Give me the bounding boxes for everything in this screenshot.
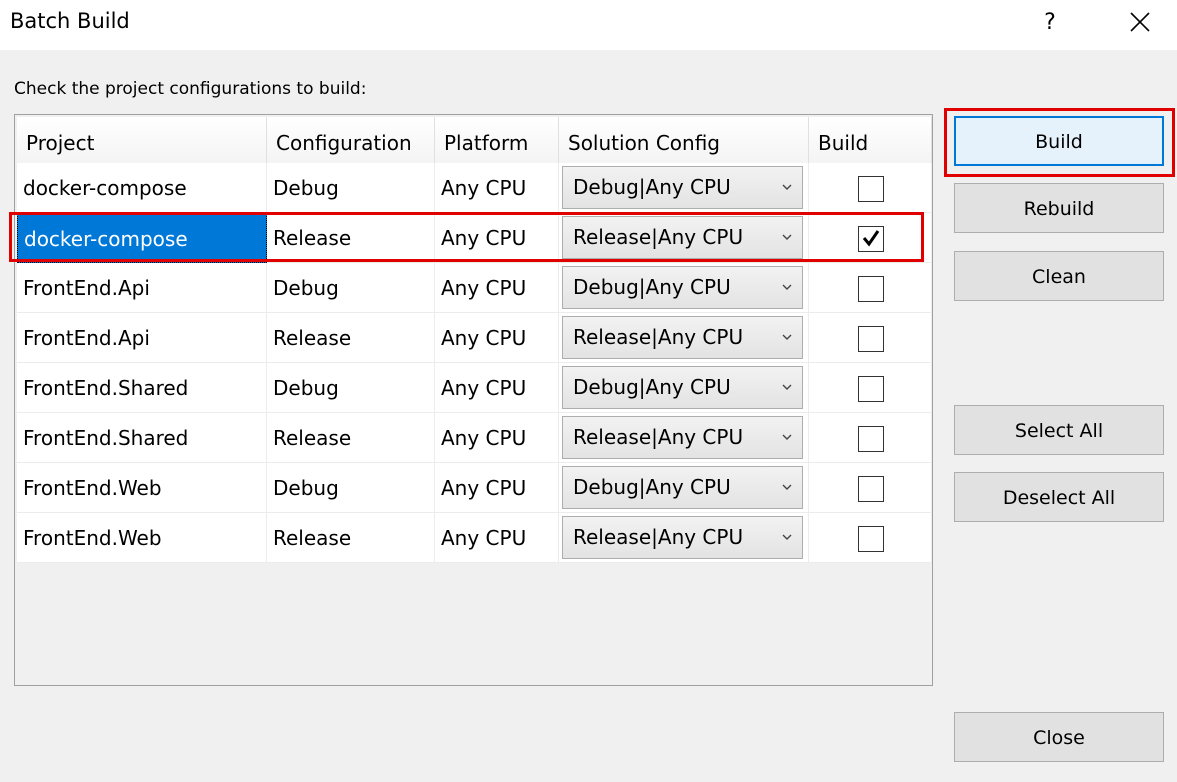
- solution-config-value: Debug|Any CPU: [573, 175, 731, 199]
- project-cell[interactable]: FrontEnd.Web: [17, 513, 267, 563]
- project-cell[interactable]: FrontEnd.Web: [17, 463, 267, 513]
- solution-config-dropdown[interactable]: Release|Any CPU: [562, 416, 803, 459]
- solution-config-dropdown[interactable]: Release|Any CPU: [562, 516, 803, 559]
- solution-config-value: Release|Any CPU: [573, 525, 744, 549]
- solution-config-dropdown[interactable]: Debug|Any CPU: [562, 366, 803, 409]
- build-checkbox[interactable]: [858, 226, 884, 252]
- table-row[interactable]: FrontEnd.Shared Debug Any CPU Debug|Any CPU: [17, 363, 932, 413]
- chevron-down-icon: [780, 279, 794, 293]
- deselect-all-button[interactable]: Deselect All: [954, 472, 1164, 522]
- project-cell[interactable]: FrontEnd.Shared: [17, 413, 267, 463]
- solution-config-value: Debug|Any CPU: [573, 275, 731, 299]
- window-title: Batch Build: [10, 9, 130, 33]
- configuration-cell[interactable]: Debug: [267, 163, 435, 213]
- project-cell[interactable]: FrontEnd.Api: [17, 263, 267, 313]
- build-checkbox[interactable]: [858, 276, 884, 302]
- project-cell[interactable]: FrontEnd.Shared: [17, 363, 267, 413]
- close-icon[interactable]: [1120, 4, 1160, 42]
- platform-cell[interactable]: Any CPU: [435, 413, 559, 463]
- platform-cell[interactable]: Any CPU: [435, 463, 559, 513]
- solution-config-value: Debug|Any CPU: [573, 375, 731, 399]
- solution-config-dropdown[interactable]: Debug|Any CPU: [562, 166, 803, 209]
- configuration-cell[interactable]: Debug: [267, 363, 435, 413]
- build-checkbox[interactable]: [858, 426, 884, 452]
- platform-cell[interactable]: Any CPU: [435, 313, 559, 363]
- column-header-platform[interactable]: Platform: [435, 117, 559, 163]
- column-header-configuration[interactable]: Configuration: [267, 117, 435, 163]
- project-cell[interactable]: FrontEnd.Api: [17, 313, 267, 363]
- solution-config-value: Release|Any CPU: [573, 425, 744, 449]
- clean-button[interactable]: Clean: [954, 251, 1164, 301]
- instruction-label: Check the project configurations to buil…: [14, 79, 367, 99]
- configuration-cell[interactable]: Release: [267, 413, 435, 463]
- platform-cell[interactable]: Any CPU: [435, 513, 559, 563]
- table-row[interactable]: docker-compose Debug Any CPU Debug|Any CPU: [17, 163, 932, 213]
- table-row[interactable]: FrontEnd.Web Debug Any CPU Debug|Any CPU: [17, 463, 932, 513]
- configuration-cell[interactable]: Debug: [267, 463, 435, 513]
- build-button[interactable]: Build: [954, 116, 1164, 166]
- configuration-cell[interactable]: Release: [267, 313, 435, 363]
- help-button[interactable]: ?: [1030, 4, 1070, 42]
- build-checkbox[interactable]: [858, 526, 884, 552]
- build-checkbox[interactable]: [858, 326, 884, 352]
- build-checkbox[interactable]: [858, 476, 884, 502]
- table-row[interactable]: FrontEnd.Api Release Any CPU Release|Any CP…: [17, 313, 932, 363]
- solution-config-dropdown[interactable]: Release|Any CPU: [562, 316, 803, 359]
- close-button[interactable]: Close: [954, 712, 1164, 762]
- project-cell[interactable]: docker-compose: [17, 213, 267, 263]
- title-bar: Batch Build ?: [0, 0, 1177, 50]
- chevron-down-icon: [780, 429, 794, 443]
- chevron-down-icon: [780, 529, 794, 543]
- table-row[interactable]: FrontEnd.Web Release Any CPU Release|Any CP…: [17, 513, 932, 563]
- table-row[interactable]: FrontEnd.Shared Release Any CPU Release|Any…: [17, 413, 932, 463]
- solution-config-value: Release|Any CPU: [573, 325, 744, 349]
- build-checkbox[interactable]: [858, 376, 884, 402]
- chevron-down-icon: [780, 329, 794, 343]
- solution-config-value: Release|Any CPU: [573, 225, 744, 249]
- solution-config-dropdown[interactable]: Release|Any CPU: [562, 216, 803, 259]
- checkmark-icon: [861, 228, 881, 248]
- table-row[interactable]: docker-compose Release Any CPU Release|Any …: [17, 213, 932, 263]
- grid-header: Project Configuration Platform Solution …: [17, 117, 932, 163]
- solution-config-value: Debug|Any CPU: [573, 475, 731, 499]
- platform-cell[interactable]: Any CPU: [435, 363, 559, 413]
- build-checkbox[interactable]: [858, 176, 884, 202]
- chevron-down-icon: [780, 179, 794, 193]
- configuration-cell[interactable]: Release: [267, 213, 435, 263]
- column-header-project[interactable]: Project: [17, 117, 267, 163]
- chevron-down-icon: [780, 479, 794, 493]
- chevron-down-icon: [780, 379, 794, 393]
- select-all-button[interactable]: Select All: [954, 405, 1164, 455]
- project-cell[interactable]: docker-compose: [17, 163, 267, 213]
- solution-config-dropdown[interactable]: Debug|Any CPU: [562, 266, 803, 309]
- solution-config-dropdown[interactable]: Debug|Any CPU: [562, 466, 803, 509]
- platform-cell[interactable]: Any CPU: [435, 163, 559, 213]
- chevron-down-icon: [780, 229, 794, 243]
- configuration-cell[interactable]: Debug: [267, 263, 435, 313]
- configuration-cell[interactable]: Release: [267, 513, 435, 563]
- platform-cell[interactable]: Any CPU: [435, 213, 559, 263]
- column-header-solution-config[interactable]: Solution Config: [559, 117, 809, 163]
- configurations-grid[interactable]: Project Configuration Platform Solution …: [14, 114, 933, 686]
- platform-cell[interactable]: Any CPU: [435, 263, 559, 313]
- rebuild-button[interactable]: Rebuild: [954, 183, 1164, 233]
- column-header-build[interactable]: Build: [809, 117, 932, 163]
- table-row[interactable]: FrontEnd.Api Debug Any CPU Debug|Any CPU: [17, 263, 932, 313]
